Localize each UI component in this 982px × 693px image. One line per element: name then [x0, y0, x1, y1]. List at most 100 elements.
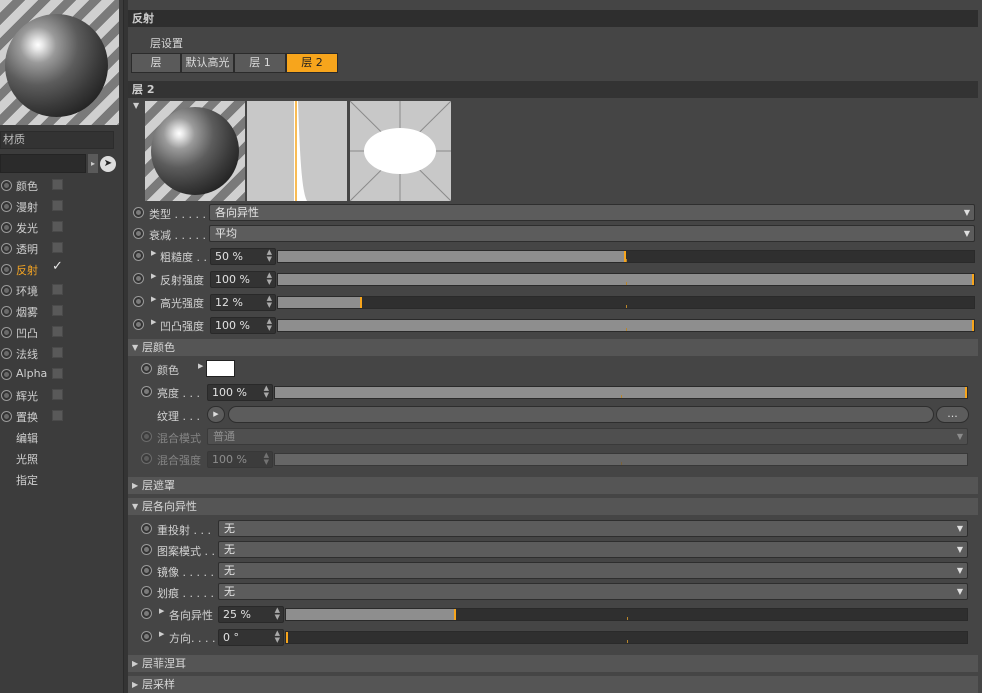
radio-icon[interactable]	[1, 264, 12, 275]
spinner-icon[interactable]: ▲ ▼	[267, 318, 272, 332]
radio-icon[interactable]	[1, 243, 12, 254]
pointer-pick-icon[interactable]: ➤	[100, 156, 116, 172]
tab-default-specular[interactable]: 默认高光	[181, 53, 234, 73]
radio-icon[interactable]	[1, 411, 12, 422]
roughness-field[interactable]: 50 % ▲ ▼	[210, 248, 276, 265]
specular-strength-slider[interactable]	[277, 296, 975, 309]
attenuation-dropdown[interactable]: 平均 ▼	[209, 225, 975, 242]
channel-glow[interactable]: 辉光	[0, 385, 124, 406]
spinner-icon[interactable]: ▲ ▼	[275, 607, 280, 621]
channel-checkbox[interactable]	[52, 221, 63, 232]
radio-icon[interactable]	[1, 348, 12, 359]
channel-diffusion[interactable]: 漫射	[0, 196, 124, 217]
anisotropy-field[interactable]: 25 % ▲ ▼	[218, 606, 284, 623]
channel-displacement[interactable]: 置换	[0, 406, 124, 427]
radio-icon[interactable]	[133, 250, 144, 261]
radio-icon[interactable]	[141, 565, 152, 576]
spinner-icon[interactable]: ▲ ▼	[275, 630, 280, 644]
tab-layer-1[interactable]: 层 1	[234, 53, 286, 73]
radio-icon[interactable]	[141, 608, 152, 619]
radio-icon[interactable]	[1, 369, 12, 380]
channel-checkbox[interactable]	[52, 284, 63, 295]
nav-editor[interactable]: 编辑	[16, 430, 38, 446]
radio-icon[interactable]	[1, 327, 12, 338]
brightness-field[interactable]: 100 % ▲ ▼	[207, 384, 273, 401]
section-layer-mask[interactable]: ▶ 层遮罩	[128, 477, 978, 494]
orientation-slider[interactable]	[285, 631, 968, 644]
channel-reflectance[interactable]: 反射 ✓	[0, 259, 124, 280]
expand-arrow-icon[interactable]: ▶	[159, 607, 164, 615]
section-layer-fresnel[interactable]: ▶ 层菲涅耳	[128, 655, 978, 672]
texture-browse-button[interactable]: ...	[936, 406, 969, 423]
expand-arrow-icon[interactable]: ▶	[151, 272, 156, 280]
material-menu-arrow-icon[interactable]: ▸	[88, 154, 98, 173]
expand-arrow-icon[interactable]: ▶	[151, 249, 156, 257]
channel-fog[interactable]: 烟雾	[0, 301, 124, 322]
radio-icon[interactable]	[1, 285, 12, 296]
channel-checkbox[interactable]	[52, 410, 63, 421]
section-layer-anisotropy[interactable]: ▼ 层各向异性	[128, 498, 978, 515]
material-preview[interactable]	[0, 0, 119, 125]
material-name-input[interactable]	[0, 154, 86, 173]
expand-arrow-icon[interactable]: ▶	[198, 362, 203, 370]
radio-icon[interactable]	[133, 319, 144, 330]
nav-illumination[interactable]: 光照	[16, 451, 38, 467]
section-layer-sampling[interactable]: ▶ 层采样	[128, 676, 978, 693]
color-swatch[interactable]	[206, 360, 235, 377]
radio-icon[interactable]	[133, 228, 144, 239]
bump-strength-field[interactable]: 100 % ▲ ▼	[210, 317, 276, 334]
reflection-strength-slider[interactable]	[277, 273, 975, 286]
radio-icon[interactable]	[1, 390, 12, 401]
bump-strength-slider[interactable]	[277, 319, 975, 332]
tab-layer-2[interactable]: 层 2	[286, 53, 338, 73]
channel-color[interactable]: 颜色	[0, 175, 124, 196]
texture-field[interactable]	[228, 406, 934, 423]
spinner-icon[interactable]: ▲ ▼	[267, 295, 272, 309]
type-dropdown[interactable]: 各向异性 ▼	[209, 204, 975, 221]
reprojection-dropdown[interactable]: 无 ▼	[218, 520, 968, 537]
radio-icon[interactable]	[141, 386, 152, 397]
radio-icon[interactable]	[133, 296, 144, 307]
channel-environment[interactable]: 环境	[0, 280, 124, 301]
radio-icon[interactable]	[1, 306, 12, 317]
specular-strength-field[interactable]: 12 % ▲ ▼	[210, 294, 276, 311]
pattern-mode-dropdown[interactable]: 无 ▼	[218, 541, 968, 558]
channel-normal[interactable]: 法线	[0, 343, 124, 364]
spinner-icon[interactable]: ▲ ▼	[267, 249, 272, 263]
section-layer-color[interactable]: ▼ 层颜色	[128, 339, 978, 356]
radio-icon[interactable]	[1, 222, 12, 233]
channel-checkbox[interactable]	[52, 200, 63, 211]
channel-alpha[interactable]: Alpha	[0, 364, 124, 385]
radio-icon[interactable]	[141, 363, 152, 374]
radio-icon[interactable]	[1, 180, 12, 191]
tab-layer[interactable]: 层	[131, 53, 181, 73]
expand-arrow-icon[interactable]: ▶	[159, 630, 164, 638]
radio-icon[interactable]	[141, 544, 152, 555]
channel-transparency[interactable]: 透明	[0, 238, 124, 259]
orientation-field[interactable]: 0 ° ▲ ▼	[218, 629, 284, 646]
nav-assignment[interactable]: 指定	[16, 472, 38, 488]
channel-checkbox[interactable]	[52, 305, 63, 316]
spinner-icon[interactable]: ▲ ▼	[264, 385, 269, 399]
radio-icon[interactable]	[133, 273, 144, 284]
radio-icon[interactable]	[141, 631, 152, 642]
channel-checkbox[interactable]	[52, 326, 63, 337]
spinner-icon[interactable]: ▲ ▼	[267, 272, 272, 286]
reflection-strength-field[interactable]: 100 % ▲ ▼	[210, 271, 276, 288]
expand-arrow-icon[interactable]: ▶	[151, 295, 156, 303]
channel-luminance[interactable]: 发光	[0, 217, 124, 238]
roughness-slider[interactable]	[277, 250, 975, 263]
brightness-slider[interactable]	[274, 386, 968, 399]
checkmark-icon[interactable]: ✓	[52, 259, 63, 274]
radio-icon[interactable]	[141, 523, 152, 534]
channel-bump[interactable]: 凹凸	[0, 322, 124, 343]
mirror-dropdown[interactable]: 无 ▼	[218, 562, 968, 579]
radio-icon[interactable]	[133, 207, 144, 218]
channel-checkbox[interactable]	[52, 368, 63, 379]
texture-menu-arrow-icon[interactable]: ▶	[207, 406, 225, 423]
channel-checkbox[interactable]	[52, 347, 63, 358]
collapse-triangle-icon[interactable]: ▼	[133, 101, 139, 110]
radio-icon[interactable]	[141, 586, 152, 597]
channel-checkbox[interactable]	[52, 389, 63, 400]
anisotropy-slider[interactable]	[285, 608, 968, 621]
